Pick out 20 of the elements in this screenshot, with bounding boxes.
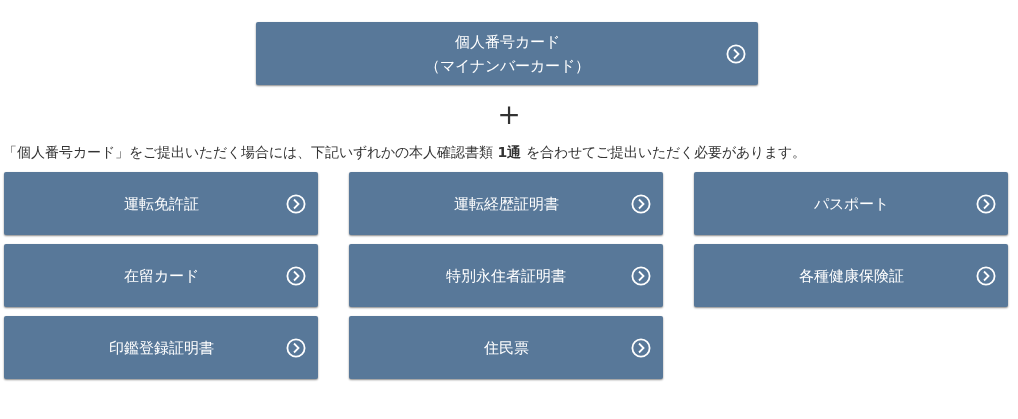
- chevron-circle-icon: [286, 193, 306, 214]
- document-button[interactable]: 各種健康保険証: [694, 244, 1008, 307]
- chevron-circle-icon: [286, 265, 306, 286]
- document-button[interactable]: 在留カード: [4, 244, 318, 307]
- note-text: 「個人番号カード」をご提出いただく場合には、下記いずれかの本人確認書類 1通 を合わせてご提出いただく必要があります。: [3, 143, 807, 162]
- document-button[interactable]: 印鑑登録証明書: [4, 316, 318, 379]
- chevron-circle-icon: [631, 337, 651, 358]
- chevron-circle-icon: [631, 265, 651, 286]
- chevron-circle-icon: [976, 193, 996, 214]
- chevron-circle-icon: [726, 43, 746, 64]
- document-button[interactable]: 運転免許証: [4, 172, 318, 235]
- my-number-card-button[interactable]: 個人番号カード （マイナンバーカード）: [256, 22, 758, 85]
- document-button[interactable]: パスポート: [694, 172, 1008, 235]
- chevron-circle-icon: [286, 337, 306, 358]
- plus-sign: ＋: [491, 93, 527, 133]
- document-button[interactable]: 運転経歴証明書: [349, 172, 663, 235]
- document-button[interactable]: 特別永住者証明書: [349, 244, 663, 307]
- document-button[interactable]: 住民票: [349, 316, 663, 379]
- chevron-circle-icon: [976, 265, 996, 286]
- chevron-circle-icon: [631, 193, 651, 214]
